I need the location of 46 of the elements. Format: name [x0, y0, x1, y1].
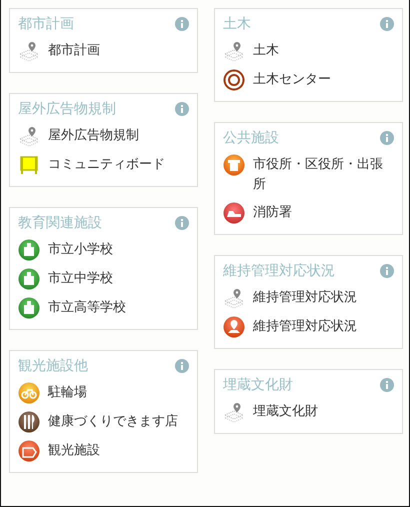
- layer-item[interactable]: コミュニティボード: [48, 154, 165, 175]
- cutlery-icon: [18, 411, 40, 433]
- school-icon: [18, 297, 40, 319]
- group-title: 都市計画: [18, 15, 74, 33]
- ring-icon: [223, 69, 245, 91]
- info-icon[interactable]: [380, 131, 394, 145]
- layer-item[interactable]: 健康づくりできます店: [48, 411, 178, 432]
- layer-item[interactable]: 土木センター: [253, 69, 331, 90]
- info-icon[interactable]: [175, 102, 189, 116]
- info-icon[interactable]: [380, 378, 394, 392]
- layer-item[interactable]: 市役所・区役所・出張所: [253, 154, 394, 195]
- layer-item[interactable]: 維持管理対応状況: [253, 316, 357, 337]
- layer-item[interactable]: 埋蔵文化財: [253, 401, 318, 422]
- group-title: 観光施設他: [18, 357, 88, 375]
- school-icon: [18, 239, 40, 261]
- group-title: 屋外広告物規制: [18, 100, 116, 118]
- info-icon[interactable]: [175, 17, 189, 31]
- group-title: 埋蔵文化財: [223, 376, 293, 394]
- building-icon: [223, 154, 245, 176]
- layer-item[interactable]: 消防署: [253, 202, 292, 223]
- layer-item[interactable]: 市立中学校: [48, 268, 113, 289]
- board-icon: [18, 154, 40, 176]
- layers-pin-icon: [223, 40, 245, 62]
- layer-item[interactable]: 市立高等学校: [48, 297, 126, 318]
- layer-item[interactable]: 都市計画: [48, 40, 100, 61]
- info-icon[interactable]: [175, 359, 189, 373]
- group-title: 土木: [223, 15, 251, 33]
- info-icon[interactable]: [380, 264, 394, 278]
- school-icon: [18, 268, 40, 290]
- pin-icon: [223, 316, 245, 338]
- layer-item[interactable]: 維持管理対応状況: [253, 287, 357, 308]
- layers-pin-icon: [223, 287, 245, 309]
- layer-item[interactable]: 屋外広告物規制: [48, 125, 139, 146]
- info-icon[interactable]: [380, 17, 394, 31]
- info-icon[interactable]: [175, 216, 189, 230]
- layer-item[interactable]: 観光施設: [48, 440, 100, 461]
- layer-item[interactable]: 土木: [253, 40, 279, 61]
- layer-item[interactable]: 駐輪場: [48, 382, 87, 403]
- layers-pin-icon: [18, 40, 40, 62]
- group-title: 公共施設: [223, 129, 279, 147]
- group-title: 教育関連施設: [18, 214, 102, 232]
- layers-pin-icon: [223, 401, 245, 423]
- layers-pin-icon: [18, 125, 40, 147]
- layer-item[interactable]: 市立小学校: [48, 239, 113, 260]
- bicycle-icon: [18, 382, 40, 404]
- group-title: 維持管理対応状況: [223, 262, 335, 280]
